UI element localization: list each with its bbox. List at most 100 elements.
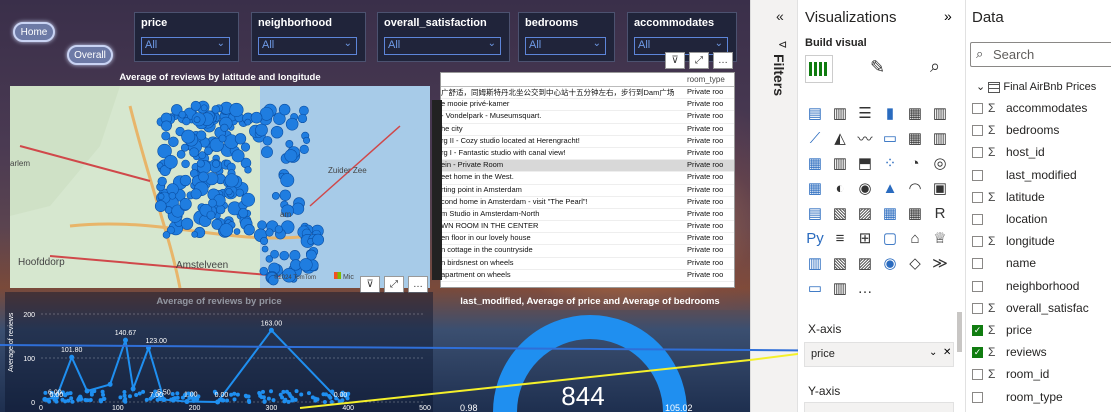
treemap-icon[interactable]: ▦ [804,177,826,199]
chevron-down-icon[interactable]: ⌄ [929,347,937,358]
table-icon[interactable]: ▦ [879,202,901,224]
checkbox[interactable]: ✓ [972,325,983,336]
funnel-icon[interactable]: ▦ [804,152,826,174]
field-room-type[interactable]: room_type [972,388,1063,406]
multi-row-card-icon[interactable]: ▤ [804,202,826,224]
table-icon [988,81,1001,93]
checkbox[interactable] [972,369,983,381]
field-last-modified[interactable]: last_modified [972,166,1077,184]
matrix-icon[interactable]: ▦ [904,202,926,224]
clustered-column-icon[interactable]: ▮ [879,102,901,124]
build-visual-label: Build visual [805,37,867,49]
checkbox[interactable] [972,169,983,181]
card-icon[interactable]: ▣ [929,177,951,199]
visualizations-pane: Visualizations » Build visual ✎ ⌕ ▤ ▥ ☰ ▮ ▦ ▥… [798,0,966,412]
field-name[interactable]: name [972,254,1037,272]
100-bar-icon[interactable]: ▦ [904,102,926,124]
field-room-id[interactable]: Σroom_id [972,365,1049,383]
azure-map-icon[interactable]: ▲ [879,177,901,199]
gauge-icon[interactable]: ◠ [904,177,926,199]
checkbox[interactable] [972,103,983,114]
format-visual-tab[interactable]: ✎ [870,57,885,78]
diamond-icon[interactable]: ◇ [904,252,926,274]
stacked-bar-icon[interactable]: ▤ [804,102,826,124]
field-label: reviews [1006,345,1047,360]
sigma-icon: Σ [988,367,996,382]
checkbox[interactable] [972,214,983,225]
search-placeholder: Search [993,47,1035,62]
stacked-area-icon[interactable]: 〰 [854,127,876,149]
field-bedrooms[interactable]: Σbedrooms [972,121,1059,139]
slicer-icon[interactable]: ▨ [854,202,876,224]
close-icon[interactable]: ✕ [943,347,951,358]
field-label: host_id [1006,145,1045,160]
field-reviews[interactable]: ✓ Σreviews [972,343,1047,361]
checkbox[interactable] [972,236,983,248]
field-label: price [1006,323,1033,337]
key-influencers-icon[interactable]: ≡ [829,227,851,249]
field-price[interactable]: ✓ Σprice [972,321,1033,339]
checkbox[interactable] [972,391,983,403]
analytics-tab[interactable]: ⌕ [930,56,940,77]
line-icon[interactable]: ⟋ [804,127,826,149]
table-node[interactable]: ⌄ Final AirBnb Prices [976,78,1096,96]
search-icon: ⌕ [976,46,984,61]
trophy-icon[interactable]: ♕ [929,227,951,249]
ribbon-icon[interactable]: ▦ [904,127,926,149]
build-visual-tab[interactable] [805,55,833,83]
pie-icon[interactable]: ◔ [904,152,926,174]
chevron-down-icon: ⌄ [976,81,986,93]
field-neighborhood[interactable]: neighborhood [972,277,1079,295]
search-input[interactable]: ⌕ Search [970,42,1111,67]
field-label: room_type [1006,389,1063,404]
expand-icon[interactable]: » [944,8,952,24]
decomposition-tree-icon[interactable]: ⊞ [854,227,876,249]
line-column-icon[interactable]: ▭ [879,127,901,149]
visual-pane-scrollbar[interactable] [957,312,962,352]
chevrons-icon[interactable]: ≫ [929,252,951,274]
scatter-alt-icon[interactable]: ⁘ [879,152,901,174]
combo-icon[interactable]: ⬒ [854,152,876,174]
waterfall-icon[interactable]: ▥ [929,127,951,149]
narrative-icon[interactable]: ⌂ [904,227,926,249]
field-label: location [1006,212,1048,226]
sigma-icon: Σ [988,145,996,160]
qa-icon[interactable]: ▢ [879,227,901,249]
field-overall-satisfac[interactable]: Σoverall_satisfac [972,299,1089,317]
checkbox[interactable]: ✓ [972,347,983,359]
checkbox[interactable] [972,258,983,270]
power-apps-icon[interactable]: ▧ [829,252,851,274]
x-axis-well[interactable]: price ⌄ ✕ [804,342,954,367]
checkbox[interactable] [972,125,983,137]
donut-icon[interactable]: ◎ [929,152,951,174]
filled-map-icon[interactable]: ◉ [854,177,876,199]
sigma-icon: Σ [988,123,996,138]
paginated-icon[interactable]: ▥ [804,252,826,274]
r-visual-icon[interactable]: R [929,202,951,224]
stacked-column-icon[interactable]: ▥ [829,102,851,124]
map-icon[interactable]: ◐ [829,177,851,199]
field-latitude[interactable]: Σlatitude [972,188,1045,206]
clustered-bar-icon[interactable]: ☰ [854,102,876,124]
scatter-icon[interactable]: ▥ [829,152,851,174]
y-axis-well[interactable] [804,402,954,412]
field-host-id[interactable]: Σhost_id [972,143,1045,161]
100-column-icon[interactable]: ▥ [929,102,951,124]
kpi-icon[interactable]: ▧ [829,202,851,224]
arcgis-icon[interactable]: ◉ [879,252,901,274]
power-automate-icon[interactable]: ▨ [854,252,876,274]
field-label: last_modified [1006,167,1077,182]
field-location[interactable]: location [972,210,1048,228]
field-accommodates[interactable]: Σaccommodates [972,99,1087,117]
field-label: name [1006,256,1037,271]
checkbox[interactable] [972,147,983,159]
more-icon[interactable]: … [854,277,876,299]
area-icon[interactable]: ◭ [829,127,851,149]
checkbox[interactable] [972,302,983,314]
checkbox[interactable] [972,191,983,203]
layers-icon[interactable]: ▥ [829,277,851,299]
image-icon[interactable]: ▭ [804,277,826,299]
field-longitude[interactable]: Σlongitude [972,232,1055,250]
python-visual-icon[interactable]: Py [804,227,826,249]
checkbox[interactable] [972,280,983,292]
